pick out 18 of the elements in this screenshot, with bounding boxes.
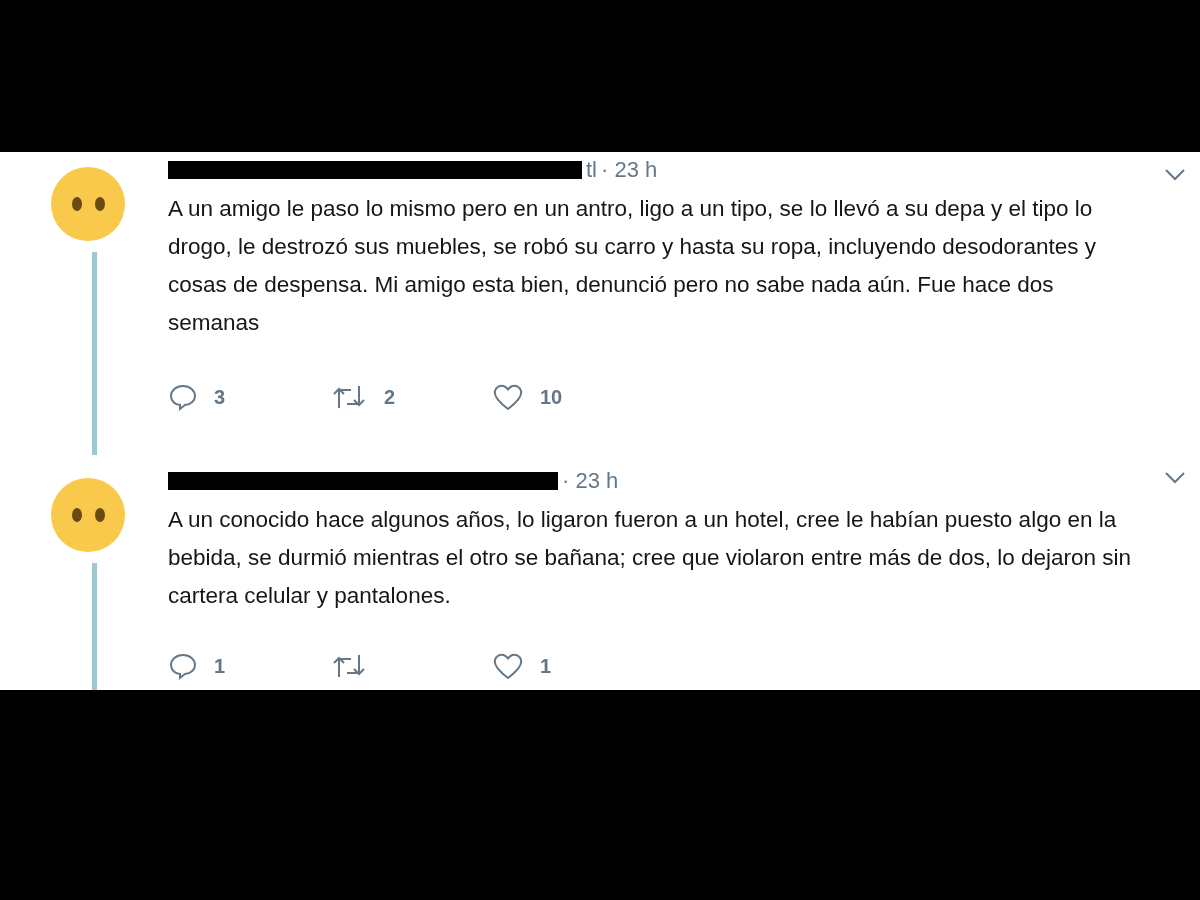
chevron-down-icon[interactable] xyxy=(1164,168,1186,182)
handle-text: tl xyxy=(586,157,597,183)
timestamp: · 23 h xyxy=(562,468,619,494)
chevron-down-icon[interactable] xyxy=(1164,471,1186,485)
timestamp: · 23 h xyxy=(601,157,658,183)
reply-icon[interactable] xyxy=(168,651,198,681)
avatar-emoji-icon xyxy=(50,477,126,553)
reply-count: 1 xyxy=(214,654,226,678)
retweet-count: 2 xyxy=(384,385,396,409)
like-icon[interactable] xyxy=(492,382,524,412)
tweet-text: A un amigo le paso lo mismo pero en un antro, ligo a un tipo, se lo llevó a su depa y el tipo lo drogo, le destrozó sus muebles, se robó su carro y hasta su ropa, incluyendo desodorantes y cosas de despensa. Mi amigo esta bien, denunció pero no sabe nada aún. Fue hace dos semanas xyxy=(168,195,1098,337)
tweet-text: A un conocido hace algunos años, lo ligaron fueron a un hotel, cree le habían puesto algo en la bebida, se durmió mientras el otro se bañana; cree que violaron entre más de dos, lo dejaron sin cartera celular y pantalones. xyxy=(168,506,1133,610)
like-count: 10 xyxy=(540,385,563,409)
like-count: 1 xyxy=(540,654,552,678)
like-icon[interactable] xyxy=(492,651,524,681)
reply-icon[interactable] xyxy=(168,382,198,412)
reply-count: 3 xyxy=(214,385,226,409)
avatar-emoji-icon xyxy=(50,166,126,242)
